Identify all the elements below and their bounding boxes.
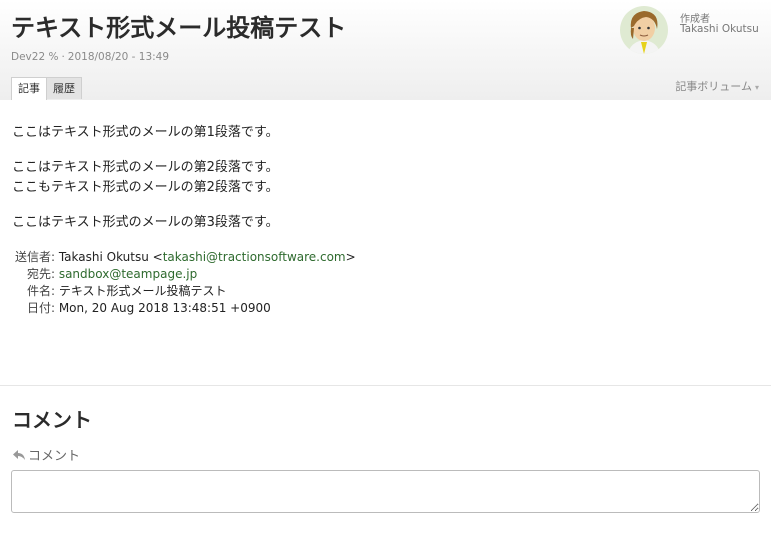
tab-history[interactable]: 履歴: [46, 77, 82, 99]
article-volume-dropdown[interactable]: 記事ボリューム ▾: [675, 78, 759, 94]
article-header: テキスト形式メール投稿テスト Dev22 % · 2018/08/20 - 13:4…: [0, 0, 771, 100]
reply-arrow-icon: [13, 450, 25, 460]
chevron-down-icon: ▾: [754, 83, 759, 92]
mail-headers: 送信者: Takashi Okutsu <takashi@tractionsof…: [12, 249, 356, 317]
tab-article[interactable]: 記事: [11, 77, 47, 100]
meta-separator: ·: [61, 51, 65, 63]
mail-from-close: >: [345, 250, 356, 264]
mail-subject: テキスト形式メール投稿テスト: [58, 284, 227, 298]
add-comment-label: コメント: [28, 449, 81, 464]
mail-from-label: 送信者:: [14, 250, 55, 264]
mail-to-email-link[interactable]: sandbox@teampage.jp: [59, 267, 197, 281]
mail-from-open: <: [152, 250, 163, 264]
article-datetime: 2018/08/20 - 13:49: [67, 51, 170, 63]
paragraph-2: ここはテキスト形式のメールの第2段落です。 ここもテキスト形式のメールの第2段落…: [12, 158, 752, 198]
mail-date-row: 日付: Mon, 20 Aug 2018 13:48:51 +0900: [12, 300, 356, 317]
paragraph-3: ここはテキスト形式のメールの第3段落です。: [12, 213, 752, 233]
paragraph-1: ここはテキスト形式のメールの第1段落です。: [12, 123, 752, 143]
paragraph-line: ここはテキスト形式のメールの第3段落です。: [12, 215, 279, 230]
mail-from-row: 送信者: Takashi Okutsu <takashi@tractionsof…: [12, 249, 356, 266]
article-meta: Dev22 % · 2018/08/20 - 13:49: [11, 51, 169, 63]
mail-subject-row: 件名: テキスト形式メール投稿テスト: [12, 283, 356, 300]
paragraph-line: ここはテキスト形式のメールの第1段落です。: [12, 125, 279, 140]
add-comment-link[interactable]: コメント: [12, 445, 80, 464]
mail-from-email-link[interactable]: takashi@tractionsoftware.com: [163, 250, 346, 264]
mail-date-label: 日付:: [26, 301, 55, 315]
comment-input[interactable]: [11, 470, 760, 513]
mail-subject-label: 件名:: [26, 284, 55, 298]
section-divider: [0, 385, 771, 386]
article-body: ここはテキスト形式のメールの第1段落です。 ここはテキスト形式のメールの第2段落…: [12, 123, 752, 248]
page-title: テキスト形式メール投稿テスト: [11, 14, 347, 42]
mail-to-label: 宛先:: [26, 267, 55, 281]
avatar[interactable]: [620, 6, 668, 54]
mail-date: Mon, 20 Aug 2018 13:48:51 +0900: [58, 301, 271, 315]
comments-heading: コメント: [12, 408, 92, 432]
paragraph-line: ここもテキスト形式のメールの第2段落です。: [12, 180, 279, 195]
author-name[interactable]: Takashi Okutsu: [680, 23, 759, 35]
permalink-icon[interactable]: %: [48, 51, 58, 63]
mail-to-row: 宛先: sandbox@teampage.jp: [12, 266, 356, 283]
paragraph-line: ここはテキスト形式のメールの第2段落です。: [12, 160, 279, 175]
space-link[interactable]: Dev22: [11, 51, 45, 63]
mail-from-name: Takashi Okutsu: [58, 250, 149, 264]
article-volume-label: 記事ボリューム: [675, 80, 752, 93]
